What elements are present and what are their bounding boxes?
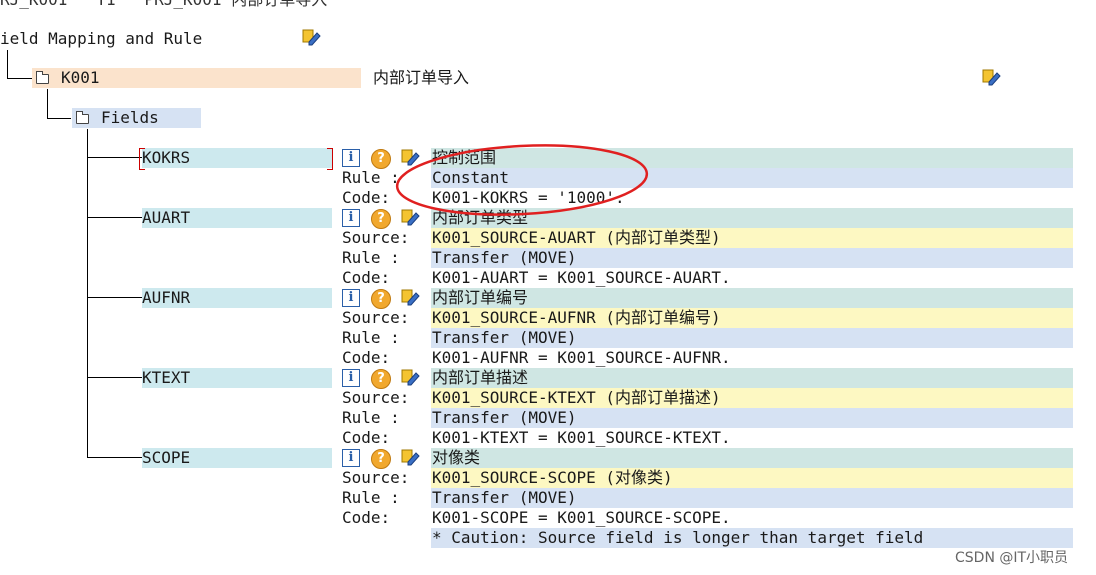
source-value: K001_SOURCE-AUART (内部订单类型) (432, 228, 721, 247)
field-name-auart[interactable]: AUART (142, 208, 190, 228)
tree-root-label[interactable]: ield Mapping and Rule (0, 29, 202, 49)
field-name-scope[interactable]: SCOPE (142, 448, 190, 468)
rule-value: Transfer (MOVE) (432, 488, 577, 507)
rule-value: Transfer (MOVE) (432, 328, 577, 347)
code-value: K001-AUART = K001_SOURCE-AUART. (432, 268, 731, 287)
code-label: Code: (342, 268, 391, 287)
caution-message: * Caution: Source field is longer than t… (432, 528, 924, 547)
help-icon[interactable]: ? (371, 369, 391, 389)
rule-label: Rule : (342, 328, 400, 347)
annotation-ellipse (395, 144, 649, 216)
folder-icon[interactable] (36, 71, 49, 84)
help-icon[interactable]: ? (371, 289, 391, 309)
help-icon[interactable]: ? (371, 209, 391, 229)
help-icon[interactable]: ? (371, 449, 391, 469)
source-value: K001_SOURCE-KTEXT (内部订单描述) (432, 388, 721, 407)
edit-pencil-icon[interactable] (982, 68, 1002, 86)
source-label: Source: (342, 388, 410, 407)
fields-node-label[interactable]: Fields (101, 108, 159, 128)
code-label: Code: (342, 348, 391, 367)
rule-label: Rule : (342, 168, 400, 187)
code-value: K001-AUFNR = K001_SOURCE-AUFNR. (432, 348, 731, 367)
rule-label: Rule : (342, 248, 400, 267)
code-label: Code: (342, 188, 391, 207)
info-icon[interactable]: i (342, 149, 360, 167)
field-description: 对像类 (432, 448, 481, 467)
source-value: K001_SOURCE-AUFNR (内部订单编号) (432, 308, 721, 327)
code-value: K001-SCOPE = K001_SOURCE-SCOPE. (432, 508, 731, 527)
field-description: 内部订单描述 (432, 368, 529, 387)
object-node-name[interactable]: K001 (61, 68, 100, 88)
edit-pencil-icon[interactable] (401, 368, 421, 386)
rule-value: Transfer (MOVE) (432, 408, 577, 427)
rule-value: Transfer (MOVE) (432, 248, 577, 267)
header-title-line: RJ_K001 T1 PRJ_K001 内部订单导入 (0, 0, 327, 10)
code-label: Code: (342, 428, 391, 447)
field-name-kokrs[interactable]: KOKRS (142, 148, 190, 168)
rule-label: Rule : (342, 408, 400, 427)
field-description: 内部订单编号 (432, 288, 529, 307)
edit-pencil-icon[interactable] (401, 288, 421, 306)
info-icon[interactable]: i (342, 289, 360, 307)
source-label: Source: (342, 468, 410, 487)
source-value: K001_SOURCE-SCOPE (对像类) (432, 468, 673, 487)
edit-pencil-icon[interactable] (401, 448, 421, 466)
field-name-aufnr[interactable]: AUFNR (142, 288, 190, 308)
edit-pencil-icon[interactable] (302, 28, 322, 46)
field-name-ktext[interactable]: KTEXT (142, 368, 190, 388)
info-icon[interactable]: i (342, 209, 360, 227)
source-label: Source: (342, 308, 410, 327)
folder-icon[interactable] (76, 111, 89, 124)
code-value: K001-KTEXT = K001_SOURCE-KTEXT. (432, 428, 731, 447)
source-label: Source: (342, 228, 410, 247)
help-icon[interactable]: ? (371, 149, 391, 169)
info-icon[interactable]: i (342, 449, 360, 467)
code-label: Code: (342, 508, 391, 527)
field-description-row (431, 448, 1073, 468)
rule-label: Rule : (342, 488, 400, 507)
info-icon[interactable]: i (342, 369, 360, 387)
watermark: CSDN @IT小职员 (955, 550, 1069, 566)
object-node-description: 内部订单导入 (373, 68, 470, 87)
